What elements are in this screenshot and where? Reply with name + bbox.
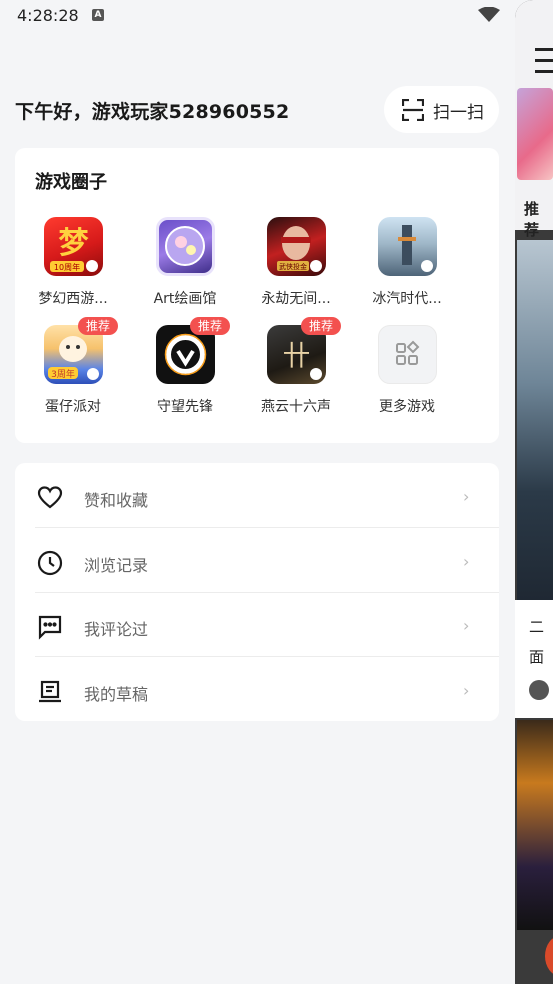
section-title: 游戏圈子 [35,172,107,193]
menu-card: 赞和收藏 › 浏览记录 › 我评论过 › 我的草稿 › [15,463,499,721]
recommend-badge: 推荐 [78,317,119,335]
art-gallery-icon [156,217,215,276]
chevron-right-icon: › [463,487,470,506]
avatar [529,680,549,700]
game-label: 更多游戏 [379,399,435,415]
peek-card-text: 二 [529,618,545,636]
chevron-right-icon: › [463,616,470,635]
peek-image [517,240,553,600]
svg-text:10周年: 10周年 [54,262,80,272]
svg-text:梦: 梦 [59,226,89,261]
game-label: 蛋仔派对 [45,399,101,415]
peek-card: 二 面 [515,600,553,718]
menu-item-likes[interactable]: 赞和收藏 › [35,465,499,529]
wifi-icon [478,7,500,22]
game-item[interactable]: 卄 推荐 燕云十六声 [246,317,346,425]
recommend-badge: 推荐 [190,317,231,335]
game-circle-card: 游戏圈子 梦 10周年 梦幻西游... Art绘画馆 武侠投金 永劫无间... 冰… [15,148,499,443]
game-label: Art绘画馆 [153,291,217,307]
menghuan-xiyou-icon: 梦 10周年 [44,217,103,276]
menu-item-history[interactable]: 浏览记录 › [35,530,499,594]
game-item[interactable]: 推荐 守望先锋 [135,317,235,425]
chevron-right-icon: › [463,681,470,700]
greeting-text: 下午好，游戏玩家528960552 [15,101,290,123]
comment-icon [38,615,62,640]
game-label: 梦幻西游... [38,291,108,307]
game-label: 冰汽时代... [372,291,442,307]
menu-item-comments[interactable]: 我评论过 › [35,594,499,658]
heart-icon [37,486,63,509]
scan-label: 扫一扫 [433,103,484,123]
peek-image [517,720,553,930]
divider [35,527,499,528]
game-item[interactable]: 梦 10周年 梦幻西游... [23,217,123,317]
game-item[interactable]: 武侠投金 永劫无间... [246,217,346,317]
menu-item-label: 我评论过 [84,620,149,639]
recommend-badge: 推荐 [301,317,342,335]
peek-image [517,88,553,180]
frostpunk-icon [378,217,437,276]
hamburger-menu-icon[interactable] [535,48,553,81]
chevron-right-icon: › [463,552,470,571]
clock-icon [37,550,63,576]
scan-button[interactable]: 扫一扫 [384,86,499,133]
svg-text:武侠投金: 武侠投金 [279,262,307,271]
menu-item-drafts[interactable]: 我的草稿 › [35,659,499,723]
menu-item-label: 赞和收藏 [84,491,149,510]
game-label: 永劫无间... [261,291,331,307]
peek-card-text: 面 [529,648,545,666]
svg-text:卄: 卄 [282,339,310,372]
draft-icon [39,680,61,703]
scan-icon [402,99,424,121]
svg-text:3周年: 3周年 [51,368,75,380]
menu-item-label: 我的草稿 [84,685,149,704]
game-item[interactable]: 冰汽时代... [357,217,457,317]
divider [35,656,499,657]
status-bar: 4:28:28 A [0,0,515,30]
peek-image [545,936,553,976]
notification-a-icon: A [92,9,104,21]
background-app-peek[interactable]: 推荐 二 面 [515,0,553,984]
game-item[interactable]: 3周年 推荐 蛋仔派对 [23,317,123,425]
divider [35,592,499,593]
game-label: 燕云十六声 [261,399,331,415]
yongjie-wujian-icon: 武侠投金 [267,217,326,276]
game-item[interactable]: Art绘画馆 [135,217,235,317]
peek-tab-label: 推荐 [524,200,540,239]
game-item[interactable]: 更多游戏 [357,325,457,425]
menu-item-label: 浏览记录 [84,556,149,575]
more-games-icon [378,325,437,384]
game-label: 守望先锋 [157,399,213,415]
status-time: 4:28:28 [17,6,79,25]
